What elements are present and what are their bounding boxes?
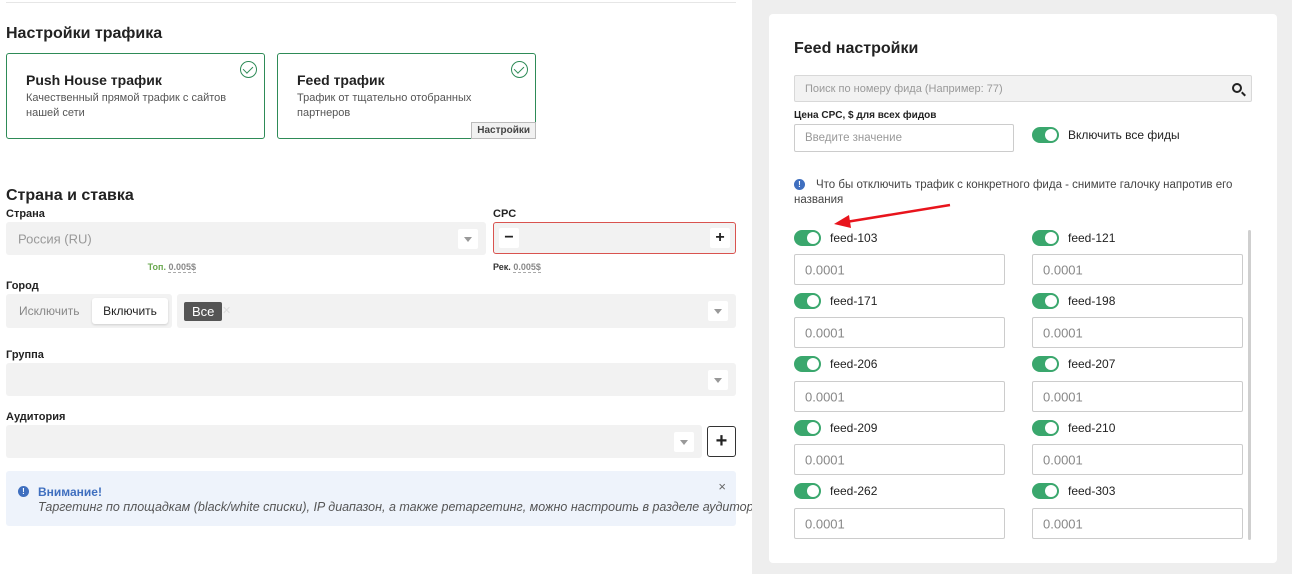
feed-cpc-input[interactable]: 0.0001: [1032, 444, 1243, 475]
cpc-stepper[interactable]: − +: [493, 222, 736, 254]
recommended-cpc: Рек. 0.005$: [493, 262, 541, 273]
feed-toggle[interactable]: [794, 356, 821, 372]
feed-name: feed-303: [1068, 484, 1116, 498]
chevron-down-icon[interactable]: [458, 228, 478, 249]
card-description: Трафик от тщательно отобранных партнеров: [297, 92, 472, 119]
chevron-down-icon[interactable]: [708, 369, 728, 390]
attention-alert: ! Внимание! Таргетинг по площадкам (blac…: [6, 471, 767, 526]
feed-toggle[interactable]: [794, 293, 821, 309]
feed-search-input[interactable]: Поиск по номеру фида (Например: 77): [794, 75, 1252, 102]
feed-cpc-value: 0.0001: [1043, 262, 1083, 277]
feed-toggle[interactable]: [1032, 230, 1059, 246]
top-value[interactable]: 0.005$: [168, 262, 196, 273]
feed-toggle[interactable]: [1032, 356, 1059, 372]
top-cpc: Топ. 0.005$: [147, 262, 196, 273]
add-audience-button[interactable]: +: [707, 426, 736, 457]
feed-name: feed-121: [1068, 231, 1116, 245]
feed-cpc-input[interactable]: 0.0001: [1032, 381, 1243, 412]
include-option[interactable]: Включить: [92, 298, 168, 324]
feed-cpc-input[interactable]: 0.0001: [794, 381, 1005, 412]
enable-all-label: Включить все фиды: [1068, 128, 1180, 142]
cpc-label: CPC: [493, 208, 517, 220]
group-label: Группа: [6, 349, 44, 361]
feed-toggle[interactable]: [794, 230, 821, 246]
country-label: Страна: [6, 208, 45, 220]
feed-list-scrollbar[interactable]: [1248, 230, 1251, 540]
rec-label: Рек.: [493, 262, 511, 272]
audience-label: Аудитория: [6, 411, 66, 423]
enable-all-toggle[interactable]: [1032, 127, 1059, 143]
feed-name: feed-198: [1068, 294, 1116, 308]
feed-name: feed-210: [1068, 421, 1116, 435]
chevron-down-icon[interactable]: [674, 431, 694, 452]
feed-traffic-card[interactable]: Feed трафик Трафик от тщательно отобранн…: [277, 53, 536, 139]
feed-name: feed-171: [830, 294, 878, 308]
feed-cpc-value: 0.0001: [1043, 389, 1083, 404]
feed-name: feed-262: [830, 484, 878, 498]
traffic-settings-heading: Настройки трафика: [6, 25, 163, 42]
feed-cpc-input[interactable]: 0.0001: [1032, 508, 1243, 539]
card-description: Качественный прямой трафик с сайтов наше…: [26, 92, 227, 119]
close-icon[interactable]: ×: [718, 479, 726, 494]
feed-cpc-input[interactable]: 0.0001: [1032, 254, 1243, 285]
feed-toggle[interactable]: [1032, 420, 1059, 436]
top-divider: [6, 0, 736, 3]
check-circle-icon: [240, 61, 257, 78]
country-rate-heading: Страна и ставка: [6, 187, 134, 204]
chevron-down-icon[interactable]: [708, 301, 728, 321]
feed-name: feed-103: [830, 231, 878, 245]
feed-toggle[interactable]: [1032, 483, 1059, 499]
feed-cpc-value: 0.0001: [1043, 325, 1083, 340]
exclude-option[interactable]: Исключить: [19, 304, 79, 318]
feed-cpc-value: 0.0001: [805, 516, 845, 531]
alert-title: Внимание!: [38, 485, 102, 499]
feed-cpc-input[interactable]: 0.0001: [794, 444, 1005, 475]
country-value: Россия (RU): [18, 231, 92, 246]
group-select[interactable]: [6, 363, 736, 396]
feed-toggle[interactable]: [794, 483, 821, 499]
cpc-all-input[interactable]: Введите значение: [794, 124, 1014, 152]
feed-cpc-value: 0.0001: [805, 389, 845, 404]
feed-cpc-value: 0.0001: [1043, 452, 1083, 467]
top-label: Топ.: [147, 262, 166, 272]
search-placeholder: Поиск по номеру фида (Например: 77): [805, 83, 1003, 95]
feed-name: feed-207: [1068, 357, 1116, 371]
card-title: Feed трафик: [297, 72, 385, 88]
city-tag: Все: [184, 302, 223, 321]
tag-remove-icon[interactable]: ✕: [222, 302, 231, 321]
alert-text: Таргетинг по площадкам (black/white спис…: [38, 500, 768, 514]
push-house-traffic-card[interactable]: Push House трафик Качественный прямой тр…: [6, 53, 265, 139]
feed-cpc-input[interactable]: 0.0001: [1032, 317, 1243, 348]
audience-select[interactable]: [6, 425, 702, 458]
main-form: Настройки трафика Push House трафик Каче…: [0, 0, 767, 574]
check-circle-icon: [511, 61, 528, 78]
cpc-increment-button[interactable]: +: [710, 228, 730, 248]
country-select[interactable]: Россия (RU): [6, 222, 486, 255]
city-select[interactable]: [177, 294, 736, 328]
feed-toggle[interactable]: [794, 420, 821, 436]
feed-cpc-value: 0.0001: [805, 262, 845, 277]
feed-cpc-value: 0.0001: [805, 325, 845, 340]
cpc-decrement-button[interactable]: −: [499, 228, 519, 248]
city-tag-label: Все: [192, 304, 215, 319]
feed-settings-button[interactable]: Настройки: [471, 122, 536, 139]
feed-cpc-input[interactable]: 0.0001: [794, 317, 1005, 348]
cpc-all-label: Цена CPC, $ для всех фидов: [794, 110, 937, 121]
feed-cpc-value: 0.0001: [1043, 516, 1083, 531]
feed-name: feed-209: [830, 421, 878, 435]
feed-cpc-input[interactable]: 0.0001: [794, 508, 1005, 539]
info-icon: !: [18, 486, 29, 497]
card-title: Push House трафик: [26, 72, 162, 88]
feed-settings-heading: Feed настройки: [794, 40, 919, 57]
rec-value[interactable]: 0.005$: [513, 262, 541, 273]
feed-toggle[interactable]: [1032, 293, 1059, 309]
feed-cpc-input[interactable]: 0.0001: [794, 254, 1005, 285]
feed-hint-text: Что бы отключить трафик с конкретного фи…: [794, 179, 1233, 206]
cpc-all-placeholder: Введите значение: [805, 132, 902, 144]
feed-name: feed-206: [830, 357, 878, 371]
feed-cpc-value: 0.0001: [805, 452, 845, 467]
city-label: Город: [6, 280, 39, 292]
search-icon[interactable]: [1232, 83, 1242, 93]
